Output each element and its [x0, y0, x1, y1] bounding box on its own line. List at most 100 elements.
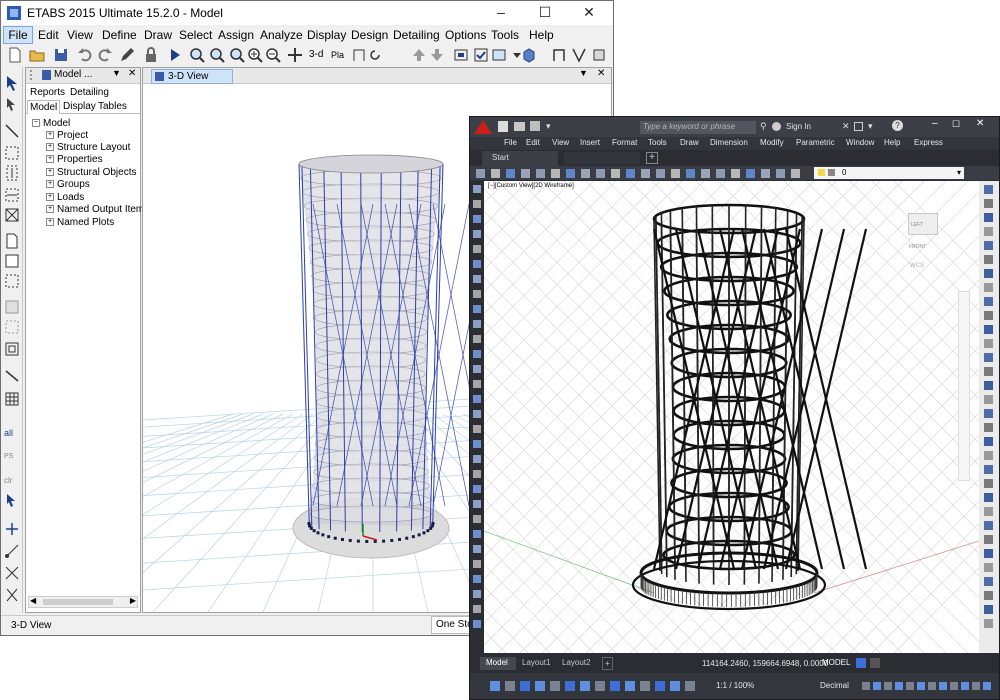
collapse-icon[interactable]: − [32, 119, 40, 128]
undo-icon[interactable] [77, 47, 93, 63]
tool-icon[interactable] [473, 560, 481, 568]
menu-analyze[interactable]: Analyze [260, 28, 303, 42]
layer-dropdown[interactable]: 0 ▾ [814, 167, 964, 179]
autocad-model-viewport[interactable]: [−][Custom View][2D Wireframe] LEFT FRON… [484, 181, 979, 653]
tool-icon[interactable] [731, 169, 740, 178]
tool-icon[interactable] [520, 681, 530, 691]
units-selector[interactable]: Decimal [820, 681, 849, 690]
panel-close-icon[interactable]: ✕ [128, 68, 136, 79]
snap-intersections-icon[interactable] [4, 565, 20, 581]
tool-icon[interactable] [716, 169, 725, 178]
tab-layout2[interactable]: Layout2 [562, 657, 590, 670]
tool-icon[interactable] [701, 169, 710, 178]
tool-icon[interactable] [473, 380, 481, 388]
expand-icon[interactable]: + [46, 205, 54, 214]
draw-grid-icon[interactable] [4, 391, 20, 407]
grid-toggle-icon[interactable] [856, 658, 866, 668]
view-3d-button[interactable]: 3-d [309, 47, 329, 63]
clear-select-button[interactable]: clr [4, 473, 20, 489]
tool-icon[interactable] [984, 535, 993, 544]
tool-icon[interactable] [506, 169, 515, 178]
cursor-coordinates[interactable]: 114164.2460, 159664.6948, 0.0000 [702, 659, 828, 668]
tool-icon[interactable] [551, 169, 560, 178]
expand-icon[interactable]: + [46, 180, 54, 189]
tool-icon[interactable] [535, 681, 545, 691]
draw-slab-icon[interactable] [4, 233, 20, 249]
draw-area-icon[interactable] [4, 145, 20, 161]
tool-icon[interactable] [473, 185, 481, 193]
tool-icon[interactable] [473, 620, 481, 628]
menu-view[interactable]: View [67, 28, 93, 42]
menu-select[interactable]: Select [179, 28, 212, 42]
tool-icon[interactable] [984, 199, 993, 208]
tool-icon[interactable] [626, 169, 635, 178]
etabs-titlebar[interactable]: ETABS 2015 Ultimate 15.2.0 - Model – ☐ ✕ [1, 1, 613, 25]
tool-icon[interactable] [473, 575, 481, 583]
tool-icon[interactable] [473, 440, 481, 448]
redo-icon[interactable] [97, 47, 113, 63]
tool-icon[interactable] [984, 507, 993, 516]
tool-icon[interactable] [473, 410, 481, 418]
tool-icon[interactable] [473, 290, 481, 298]
tool-icon[interactable] [655, 681, 665, 691]
new-layout-plus-icon[interactable]: + [602, 657, 613, 670]
elevation-view-icon[interactable] [351, 47, 367, 63]
tool-icon[interactable] [473, 200, 481, 208]
qa-new-icon[interactable] [498, 121, 508, 132]
tool-icon[interactable] [984, 339, 993, 348]
plan-view-button[interactable]: Pla [331, 47, 351, 63]
draw-quick-area-icon[interactable] [4, 273, 20, 289]
draw-link-icon[interactable] [4, 367, 20, 383]
tree-item-groups[interactable]: + Groups [46, 179, 90, 190]
tool-icon[interactable] [984, 423, 993, 432]
tool-icon[interactable] [984, 493, 993, 502]
tab-start[interactable]: Start [482, 151, 558, 166]
move-down-icon[interactable] [429, 47, 445, 63]
tool-icon[interactable] [984, 451, 993, 460]
tool-icon[interactable] [476, 169, 485, 178]
tool-icon[interactable] [550, 681, 560, 691]
viewcube[interactable]: LEFT FRONT WCS [902, 207, 942, 269]
exchange-icon[interactable]: ✕ [842, 121, 850, 132]
menu-file[interactable]: File [3, 26, 33, 44]
acad-menu-insert[interactable]: Insert [580, 138, 600, 147]
close-button[interactable]: ✕ [567, 1, 611, 25]
acad-menu-edit[interactable]: Edit [526, 138, 540, 147]
new-tab-plus-icon[interactable]: + [646, 152, 658, 164]
menu-design[interactable]: Design [351, 28, 388, 42]
tool-icon[interactable] [656, 169, 665, 178]
object-shrink-icon[interactable] [453, 47, 469, 63]
tool-icon[interactable] [917, 682, 925, 690]
expand-icon[interactable]: + [46, 193, 54, 202]
tab-model-layout[interactable]: Model [480, 657, 516, 670]
drag-handle-icon[interactable] [30, 70, 38, 80]
viewcube-faces[interactable]: LEFT FRONT [908, 213, 938, 250]
tool-icon[interactable] [505, 681, 515, 691]
tool-icon[interactable] [473, 260, 481, 268]
lightbulb-icon[interactable] [818, 169, 825, 176]
zoom-out-icon[interactable] [265, 47, 281, 63]
draw-brace-x-icon[interactable] [4, 207, 20, 223]
menu-help[interactable]: Help [529, 28, 554, 42]
menu-tools[interactable]: Tools [491, 28, 519, 42]
acad-menu-file[interactable]: File [504, 138, 517, 147]
tool-icon[interactable] [791, 169, 800, 178]
previous-select-button[interactable]: PS [4, 449, 20, 465]
help-icon[interactable]: ? [892, 120, 903, 131]
acad-menu-dimension[interactable]: Dimension [710, 138, 748, 147]
tool-icon[interactable] [950, 682, 958, 690]
tool-icon[interactable] [473, 500, 481, 508]
connect-icon[interactable] [854, 122, 863, 131]
autocad-wireframe-canvas[interactable] [484, 181, 979, 653]
tool-icon[interactable] [610, 681, 620, 691]
zoom-in-icon[interactable] [247, 47, 263, 63]
tool-icon[interactable] [984, 549, 993, 558]
menu-edit[interactable]: Edit [38, 28, 59, 42]
draw-brace-icon[interactable] [571, 47, 587, 63]
tool-icon[interactable] [473, 590, 481, 598]
tool-icon[interactable] [473, 605, 481, 613]
expand-icon[interactable]: + [46, 143, 54, 152]
story-selector[interactable]: One Stor [431, 616, 471, 634]
menu-define[interactable]: Define [102, 28, 137, 42]
intersect-select-icon[interactable] [4, 493, 20, 509]
